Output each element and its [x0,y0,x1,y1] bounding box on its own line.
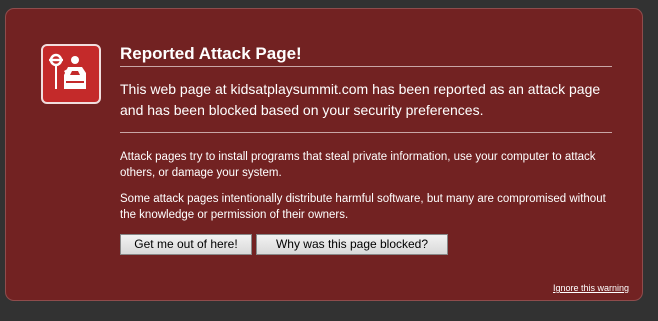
warning-detail: Some attack pages intentionally distribu… [120,193,606,221]
page-title: Reported Attack Page! [120,44,302,63]
why-blocked-button[interactable]: Why was this page blocked? [256,234,448,255]
attack-warning-panel: Reported Attack Page! This web page at k… [5,8,643,301]
divider [120,132,612,133]
get-me-out-button[interactable]: Get me out of here! [120,234,252,255]
divider [120,66,612,67]
ignore-warning-link[interactable]: Ignore this warning [553,283,629,293]
warning-explanation: Attack pages try to install programs tha… [120,151,596,179]
stop-policeman-icon [41,44,101,104]
warning-summary: This web page at kidsatplaysummit.com ha… [120,81,601,118]
